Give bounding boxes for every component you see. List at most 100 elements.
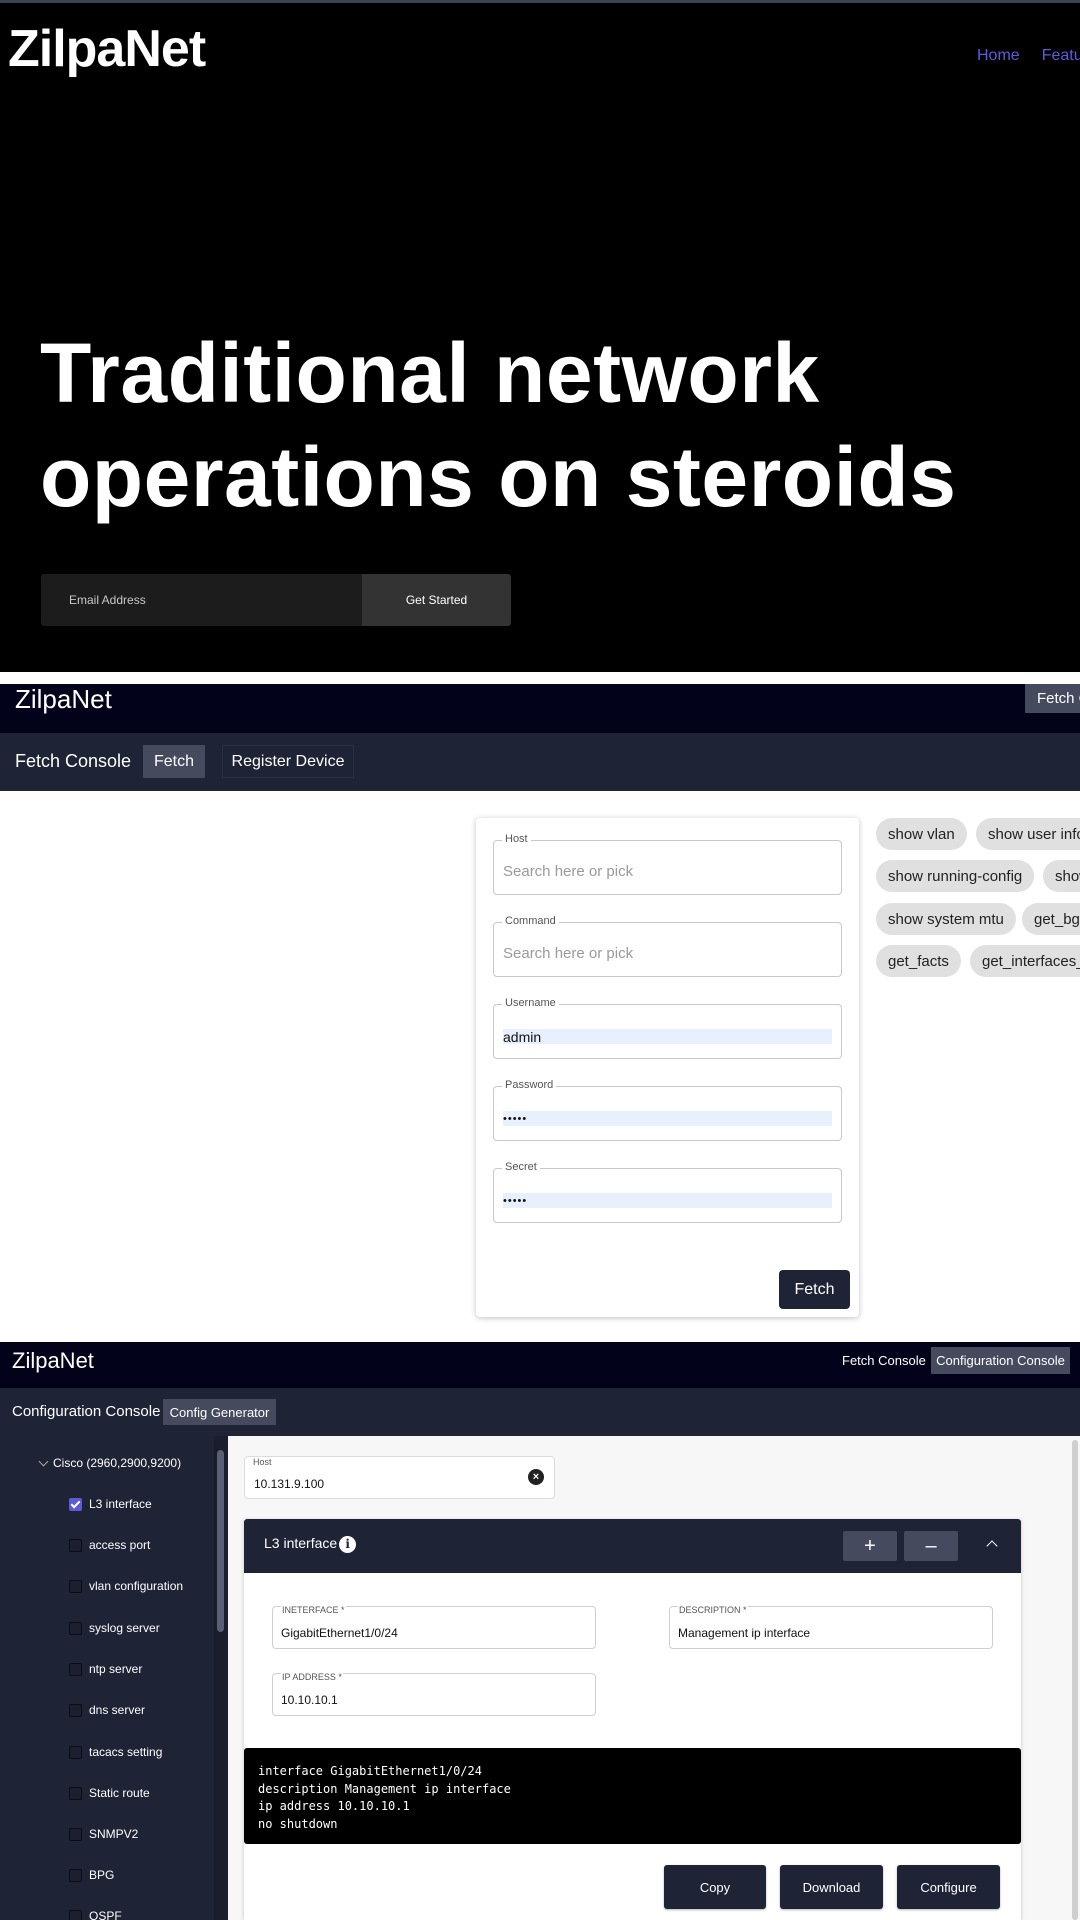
get-started-button[interactable]: Get Started (362, 574, 511, 626)
tree-item-label: tacacs setting (89, 1745, 163, 1759)
tree-item-bpg[interactable]: BPG (69, 1868, 114, 1882)
tree-item-label: ntp server (89, 1662, 143, 1676)
checkbox-icon[interactable] (69, 1868, 82, 1882)
secret-input[interactable] (503, 1193, 832, 1208)
tree-group-cisco[interactable]: Cisco (2960,2900,9200) (38, 1456, 182, 1470)
chip-show-vlan[interactable]: show vlan (876, 818, 967, 850)
chip-show-running-config[interactable]: show running-config (876, 860, 1035, 892)
code-line: description Management ip interface (258, 1781, 511, 1796)
tree-item-tacacs-setting[interactable]: tacacs setting (69, 1745, 162, 1759)
ip-address-label: IP ADDRESS * (281, 1672, 343, 1682)
checkbox-icon[interactable] (69, 1786, 82, 1800)
chip-show-user-info[interactable]: show user info (976, 818, 1080, 850)
fetch-console-nav-button[interactable]: Fetch Console (1025, 684, 1080, 713)
interface-value: GigabitEthernet1/0/24 (281, 1626, 398, 1640)
interface-field[interactable]: INETERFACE * GigabitEthernet1/0/24 (272, 1605, 596, 1649)
chip-get-facts[interactable]: get_facts (876, 945, 961, 977)
tree-item-ospf[interactable]: OSPF (69, 1909, 122, 1920)
tree-item-snmpv2[interactable]: SNMPV2 (69, 1827, 138, 1841)
config-subheader: Configuration Console Config Generator (0, 1388, 1080, 1436)
ip-address-field[interactable]: IP ADDRESS * 10.10.10.1 (272, 1672, 596, 1716)
host-input[interactable] (503, 863, 832, 880)
code-line: no shutdown (258, 1816, 338, 1831)
sidebar-scrollbar-thumb[interactable] (217, 1450, 224, 1632)
tree-item-label: access port (89, 1538, 151, 1552)
checkbox-icon[interactable] (69, 1621, 82, 1635)
tree-item-label: dns server (89, 1703, 146, 1717)
chevron-up-icon[interactable] (986, 1540, 998, 1552)
hero-headline-line1: Traditional network (40, 326, 820, 420)
tree-item-syslog-server[interactable]: syslog server (69, 1621, 160, 1635)
config-app-header: ZilpaNet Fetch Console Configuration Con… (0, 1342, 1080, 1388)
code-line: interface GigabitEthernet1/0/24 (258, 1764, 482, 1778)
fetch-app-header: ZilpaNet Fetch Console (0, 684, 1080, 733)
tree-item-label: Static route (89, 1786, 150, 1800)
tree-item-dns-server[interactable]: dns server (69, 1703, 145, 1717)
copy-button[interactable]: Copy (664, 1865, 766, 1909)
chip-get-interfaces[interactable]: get_interfaces_ (970, 945, 1080, 977)
hero-section: ZilpaNet Home Features Traditional netwo… (0, 0, 1080, 672)
nav-fetch-console[interactable]: Fetch Console (842, 1353, 926, 1368)
tree-item-vlan-configuration[interactable]: vlan configuration (69, 1579, 183, 1593)
checkbox-icon[interactable] (69, 1909, 82, 1920)
configure-button[interactable]: Configure (897, 1865, 1000, 1909)
chevron-down-icon (38, 1456, 49, 1466)
hero-nav: Home Features (977, 47, 1080, 65)
fetch-console-title: Fetch Console (15, 751, 132, 771)
clear-icon[interactable]: × (528, 1469, 544, 1485)
username-label: Username (502, 997, 559, 1009)
tree-item-static-route[interactable]: Static route (69, 1786, 150, 1800)
download-button[interactable]: Download (780, 1865, 883, 1909)
chip-get-bgp[interactable]: get_bgp (1022, 903, 1080, 935)
nav-features-link[interactable]: Features (1042, 47, 1080, 65)
tree-item-label: syslog server (89, 1621, 160, 1635)
tab-fetch[interactable]: Fetch (143, 745, 205, 778)
email-input[interactable]: Email Address (41, 574, 362, 626)
remove-instance-button[interactable]: – (904, 1531, 958, 1561)
panel-title: L3 interface i (264, 1532, 357, 1553)
hero-headline-line2: operations on steroids (40, 430, 957, 524)
generated-config-code: interface GigabitEthernet1/0/24 descript… (244, 1748, 1021, 1844)
fetch-subheader: Fetch Console Fetch Register Device (0, 733, 1080, 791)
fetch-button[interactable]: Fetch (779, 1270, 850, 1309)
tree-item-access-port[interactable]: access port (69, 1538, 150, 1552)
checkbox-icon[interactable] (69, 1538, 82, 1552)
checkbox-icon[interactable] (69, 1745, 82, 1759)
info-icon[interactable]: i (339, 1536, 357, 1553)
nav-configuration-console[interactable]: Configuration Console (931, 1347, 1070, 1374)
checkbox-icon[interactable] (69, 1827, 82, 1841)
fetch-app-logo[interactable]: ZilpaNet (15, 684, 112, 715)
config-host-field[interactable]: Host 10.131.9.100 × (244, 1456, 555, 1499)
add-instance-button[interactable]: + (843, 1531, 897, 1561)
chip-show-system-mtu[interactable]: show system mtu (876, 903, 1016, 935)
panel-title-label: L3 interface (264, 1534, 338, 1551)
tab-register-device[interactable]: Register Device (222, 745, 354, 778)
password-input[interactable] (503, 1111, 832, 1126)
host-label: Host (502, 833, 531, 845)
template-tree-sidebar: Cisco (2960,2900,9200) L3 interface acce… (0, 1436, 214, 1920)
tab-config-generator[interactable]: Config Generator (163, 1399, 276, 1425)
checkbox-icon[interactable] (69, 1703, 82, 1717)
checkbox-icon[interactable] (69, 1662, 82, 1676)
command-field: Command (493, 915, 842, 977)
username-input[interactable] (503, 1029, 832, 1044)
description-field[interactable]: DESCRIPTION * Management ip interface (669, 1605, 993, 1649)
l3-interface-panel (244, 1519, 1021, 1920)
tree-item-label: SNMPV2 (89, 1827, 139, 1841)
chip-show[interactable]: show (1043, 860, 1080, 892)
tree-item-label: OSPF (89, 1909, 122, 1920)
secret-field: Secret (493, 1161, 842, 1223)
tree-item-l3-interface[interactable]: L3 interface (69, 1497, 152, 1511)
hero-logo[interactable]: ZilpaNet (8, 19, 206, 79)
main-scrollbar[interactable] (1072, 1440, 1078, 1920)
config-app-logo[interactable]: ZilpaNet (12, 1348, 94, 1374)
command-input[interactable] (503, 945, 832, 962)
checkbox-checked-icon[interactable] (69, 1497, 82, 1511)
nav-home-link[interactable]: Home (977, 47, 1020, 65)
description-label: DESCRIPTION * (678, 1605, 748, 1615)
config-host-label: Host (253, 1457, 272, 1467)
tree-item-ntp-server[interactable]: ntp server (69, 1662, 142, 1676)
checkbox-icon[interactable] (69, 1579, 82, 1593)
tree-group-label: Cisco (2960,2900,9200) (53, 1456, 182, 1470)
description-value: Management ip interface (678, 1626, 811, 1640)
